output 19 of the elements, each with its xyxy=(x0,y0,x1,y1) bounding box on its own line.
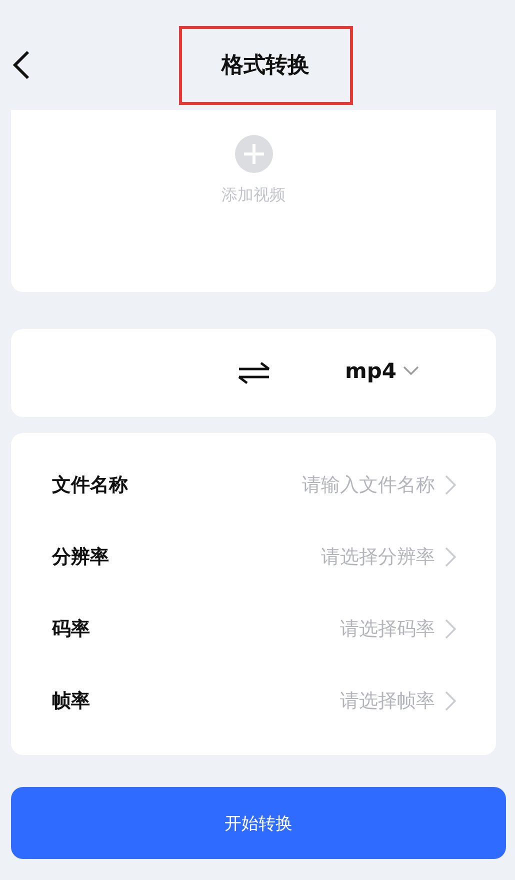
setting-select[interactable]: 请选择帧率 xyxy=(340,688,456,714)
setting-label: 文件名称 xyxy=(52,473,128,498)
chevron-right-icon xyxy=(445,475,456,495)
chevron-right-icon xyxy=(445,691,456,711)
setting-select[interactable]: 请选择分辨率 xyxy=(321,544,456,570)
setting-label: 码率 xyxy=(52,617,90,642)
chevron-right-icon xyxy=(445,547,456,567)
swap-icon xyxy=(237,361,271,385)
add-video-label: 添加视频 xyxy=(222,185,286,206)
start-button[interactable]: 开始转换 xyxy=(11,787,506,859)
setting-label: 分辨率 xyxy=(52,545,109,570)
setting-select[interactable]: 请选择码率 xyxy=(340,616,456,642)
setting-label: 帧率 xyxy=(52,689,90,714)
format-dropdown[interactable]: mp4 xyxy=(345,359,419,383)
setting-select[interactable]: 请输入文件名称 xyxy=(302,472,456,498)
chevron-right-icon xyxy=(445,619,456,639)
page-title: 格式转换 xyxy=(222,52,310,80)
plus-icon xyxy=(242,143,264,165)
chevron-down-icon xyxy=(402,366,419,376)
